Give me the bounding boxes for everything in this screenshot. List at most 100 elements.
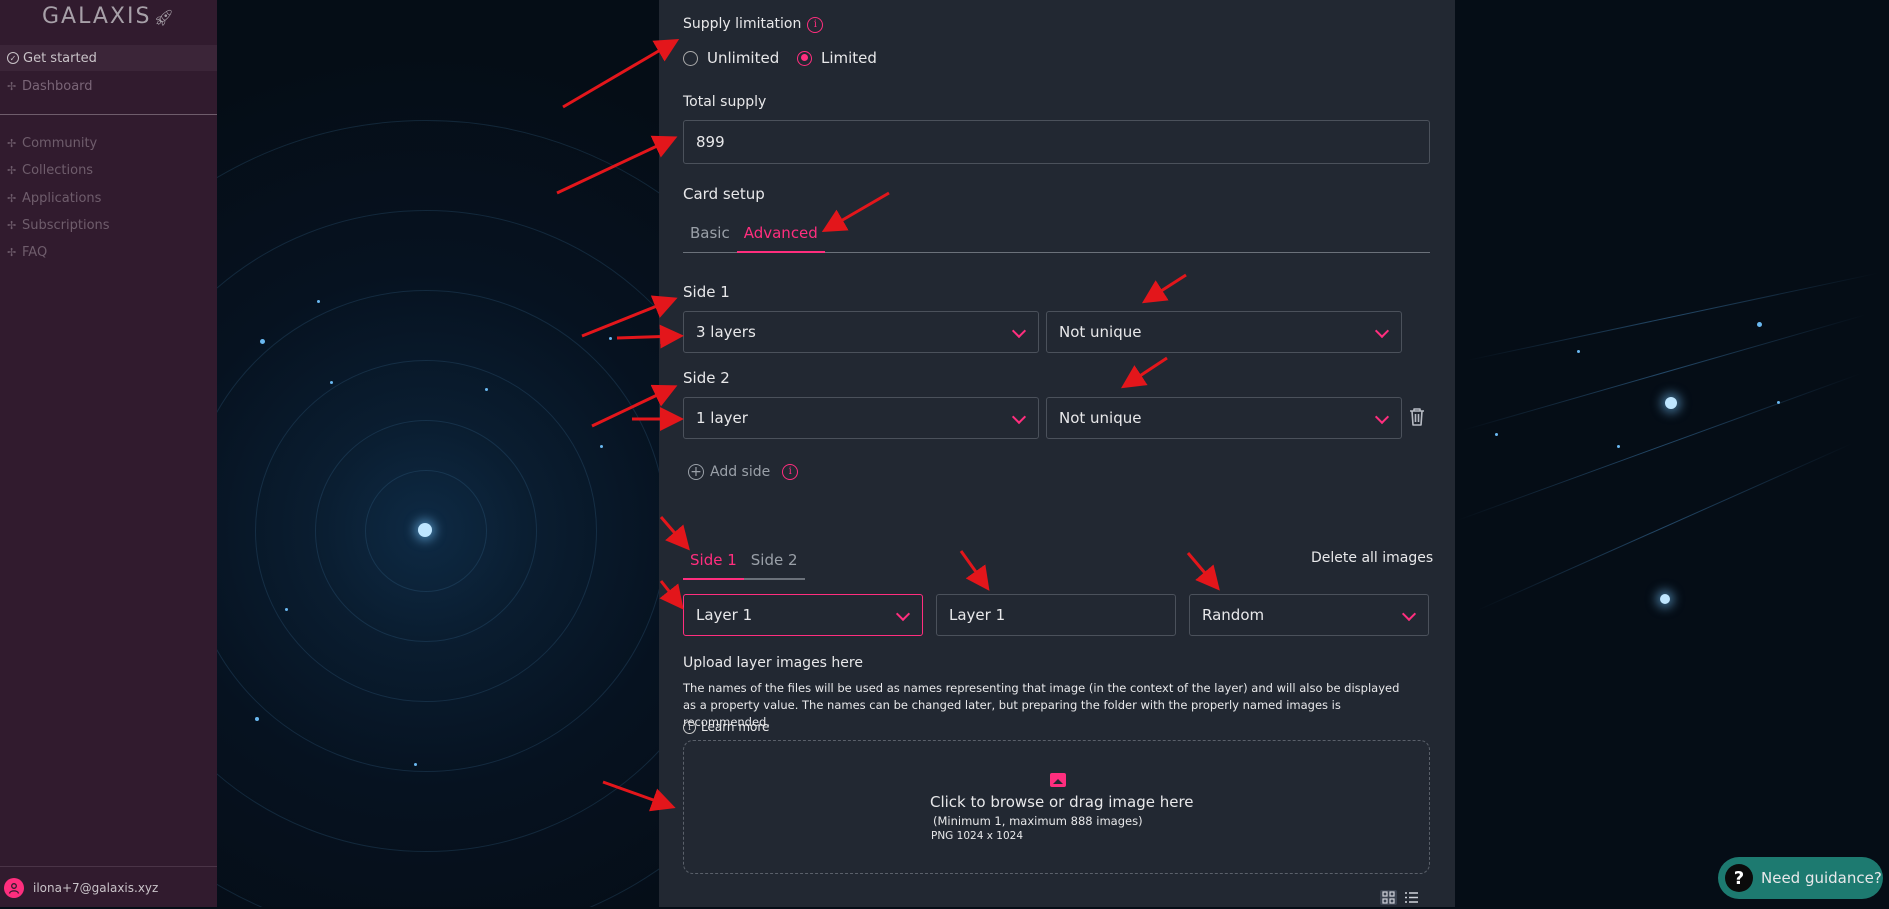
- sidebar-item-collections[interactable]: ✢ Collections: [0, 157, 217, 183]
- chevron-down-icon: [1374, 409, 1390, 425]
- avatar: [4, 877, 24, 898]
- info-icon[interactable]: i: [807, 17, 824, 33]
- chevron-down-icon: [1374, 323, 1390, 339]
- layer-order-select[interactable]: Random: [1189, 594, 1429, 636]
- star: [285, 608, 288, 611]
- star: [418, 523, 432, 537]
- sidebar-item-community[interactable]: ✢ Community: [0, 130, 217, 156]
- light-streak: [1456, 372, 1862, 521]
- star: [255, 717, 259, 721]
- card-setup-label: Card setup: [683, 185, 765, 203]
- tab-side-2[interactable]: Side 2: [743, 550, 805, 580]
- question-icon: ?: [1725, 864, 1753, 892]
- star: [1617, 445, 1620, 448]
- side-tabs: Side 1 Side 2: [683, 550, 805, 580]
- galaxis-logo[interactable]: GALAXIS 🚀︎: [42, 4, 176, 29]
- total-supply-label: Total supply: [683, 94, 767, 110]
- check-circle-icon: ✓: [7, 52, 19, 64]
- star: [1757, 322, 1762, 327]
- select-value: Random: [1202, 606, 1265, 624]
- sidebar-item-label: Collections: [22, 162, 94, 178]
- add-side-button[interactable]: + Add side i: [688, 464, 799, 480]
- side2-uniqueness-select[interactable]: Not unique: [1046, 397, 1402, 439]
- star: [600, 445, 603, 448]
- layer-name-value: Layer 1: [949, 606, 1006, 624]
- star: [485, 388, 488, 391]
- learn-more-label: Learn more: [701, 720, 770, 734]
- star: [1660, 594, 1670, 604]
- upload-title: Upload layer images here: [683, 655, 863, 671]
- dropzone-title: Click to browse or drag image here: [930, 793, 1194, 811]
- tab-advanced[interactable]: Advanced: [736, 223, 825, 253]
- star: [1665, 397, 1677, 409]
- plus-circle-icon: +: [688, 464, 704, 480]
- collections-icon: ✢: [7, 163, 17, 177]
- side1-uniqueness-select[interactable]: Not unique: [1046, 311, 1402, 353]
- applications-icon: ✢: [7, 191, 17, 205]
- select-value: 3 layers: [696, 323, 756, 341]
- dashboard-icon: ✢: [7, 79, 17, 93]
- sidebar-item-subscriptions[interactable]: ✢ Subscriptions: [0, 212, 217, 238]
- radio-label: Unlimited: [707, 49, 780, 67]
- select-value: 1 layer: [696, 409, 748, 427]
- image-icon: [1050, 773, 1066, 787]
- light-streak: [1466, 272, 1878, 361]
- radio-limited[interactable]: Limited: [797, 49, 877, 67]
- side2-label: Side 2: [683, 369, 730, 387]
- sidebar-item-label: FAQ: [22, 244, 48, 260]
- layer-name-input[interactable]: Layer 1: [936, 594, 1176, 636]
- sidebar-item-label: Get started: [23, 50, 97, 66]
- star: [414, 763, 417, 766]
- sidebar-item-label: Subscriptions: [22, 217, 110, 233]
- list-view-icon[interactable]: [1403, 890, 1420, 905]
- add-side-label: Add side: [710, 464, 771, 480]
- tab-side-1[interactable]: Side 1: [683, 550, 744, 580]
- side2-layers-select[interactable]: 1 layer: [683, 397, 1039, 439]
- sidebar-item-faq[interactable]: ✢ FAQ: [0, 239, 217, 265]
- radio-circle: [683, 50, 698, 66]
- chevron-down-icon: [1011, 323, 1027, 339]
- supply-limitation-label: Supply limitation i: [683, 16, 824, 33]
- radio-unlimited[interactable]: Unlimited: [683, 49, 779, 67]
- learn-more-link[interactable]: i Learn more: [683, 720, 769, 734]
- sidebar-item-label: Applications: [22, 190, 102, 206]
- star: [317, 300, 320, 303]
- chevron-down-icon: [1011, 409, 1027, 425]
- light-streak: [1476, 443, 1852, 611]
- tab-basic[interactable]: Basic: [683, 223, 737, 253]
- total-supply-value: 899: [696, 133, 725, 151]
- radio-label: Limited: [821, 49, 877, 67]
- total-supply-input[interactable]: 899: [683, 120, 1430, 164]
- community-icon: ✢: [7, 136, 17, 150]
- star: [1577, 350, 1580, 353]
- sidebar-item-get-started[interactable]: ✓ Get started: [0, 45, 217, 71]
- side1-layers-select[interactable]: 3 layers: [683, 311, 1039, 353]
- trash-icon[interactable]: [1408, 407, 1426, 431]
- sidebar-divider: [0, 114, 217, 115]
- sidebar-item-label: Dashboard: [22, 78, 93, 94]
- need-guidance-button[interactable]: ? Need guidance?: [1718, 857, 1883, 899]
- radio-circle: [797, 50, 812, 66]
- sidebar-item-applications[interactable]: ✢ Applications: [0, 185, 217, 211]
- user-email: ilona+7@galaxis.xyz: [33, 880, 159, 895]
- star: [609, 337, 612, 340]
- layer-select[interactable]: Layer 1: [683, 594, 923, 636]
- star: [260, 339, 265, 344]
- select-value: Not unique: [1059, 409, 1142, 427]
- info-icon: i: [683, 720, 696, 734]
- sidebar: GALAXIS 🚀︎ ✓ Get started ✢ Dashboard ✢ Co…: [0, 0, 217, 907]
- grid-view-icon[interactable]: [1380, 890, 1397, 905]
- dropzone-limits: (Minimum 1, maximum 888 images): [933, 814, 1143, 828]
- upload-description: The names of the files will be used as n…: [683, 681, 1400, 729]
- rocket-icon: 🚀︎: [153, 8, 176, 27]
- sidebar-item-dashboard[interactable]: ✢ Dashboard: [0, 73, 217, 99]
- card-setup-tabs: Basic Advanced: [683, 223, 825, 253]
- chevron-down-icon: [895, 606, 911, 622]
- faq-icon: ✢: [7, 245, 17, 259]
- star: [1495, 433, 1498, 436]
- select-value: Not unique: [1059, 323, 1142, 341]
- chevron-down-icon: [1401, 606, 1417, 622]
- info-icon[interactable]: i: [782, 464, 799, 480]
- user-account[interactable]: ilona+7@galaxis.xyz: [0, 866, 217, 908]
- delete-all-images-button[interactable]: Delete all images: [1311, 550, 1433, 566]
